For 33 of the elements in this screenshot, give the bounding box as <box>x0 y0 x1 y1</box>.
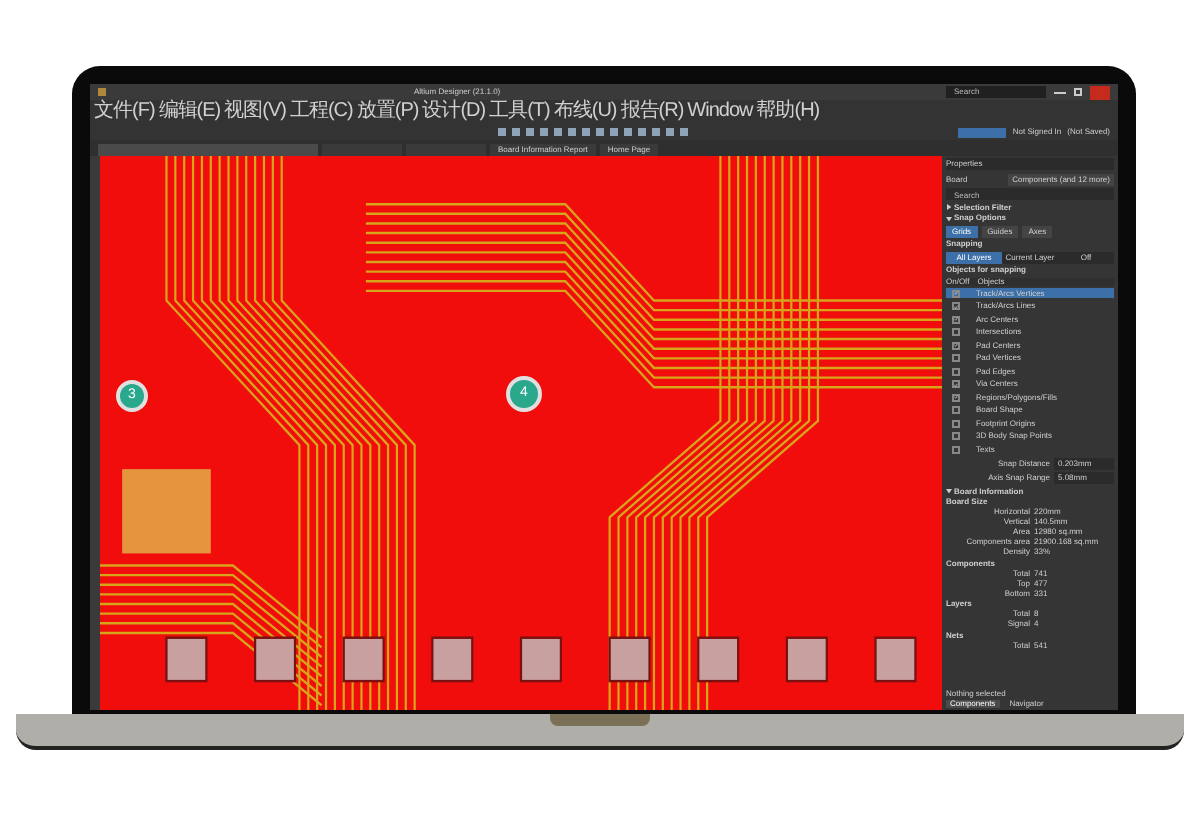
caret-icon[interactable] <box>946 215 952 221</box>
checkbox[interactable] <box>952 393 960 401</box>
checkbox[interactable] <box>952 302 960 310</box>
checkbox[interactable] <box>952 367 960 375</box>
user-button[interactable] <box>958 127 1007 137</box>
menu-item[interactable]: 报告(R) <box>620 102 684 122</box>
menu-item[interactable]: 放置(P) <box>356 102 419 122</box>
checkbox[interactable] <box>952 328 960 336</box>
trackpad-notch <box>550 714 650 726</box>
app-logo-icon <box>98 88 106 96</box>
menu-item[interactable]: 帮助(H) <box>756 102 820 122</box>
menu-item[interactable]: 工程(C) <box>289 102 353 122</box>
menu-item[interactable]: 文件(F) <box>94 102 155 122</box>
checkbox[interactable] <box>952 432 960 440</box>
checkbox[interactable] <box>952 354 960 362</box>
checkbox[interactable] <box>952 445 960 453</box>
menu-item[interactable]: 布线(U) <box>553 102 617 122</box>
checkbox[interactable] <box>952 289 960 297</box>
caret-icon[interactable] <box>946 488 952 494</box>
checkbox[interactable] <box>952 315 960 323</box>
checkbox[interactable] <box>952 380 960 388</box>
close-button[interactable] <box>1090 85 1110 99</box>
menu-item[interactable]: 视图(V) <box>224 102 286 122</box>
maximize-icon[interactable] <box>1074 88 1082 96</box>
checkbox[interactable] <box>952 406 960 414</box>
checkbox[interactable] <box>952 419 960 427</box>
menu-item[interactable]: 编辑(E) <box>158 102 221 122</box>
menu-item[interactable]: 设计(D) <box>422 102 486 122</box>
minimize-icon[interactable] <box>1054 91 1066 93</box>
caret-icon[interactable] <box>946 204 952 210</box>
checkbox[interactable] <box>952 341 960 349</box>
menu-item[interactable]: Window <box>687 102 753 122</box>
menu-item[interactable]: 工具(T) <box>489 102 550 122</box>
